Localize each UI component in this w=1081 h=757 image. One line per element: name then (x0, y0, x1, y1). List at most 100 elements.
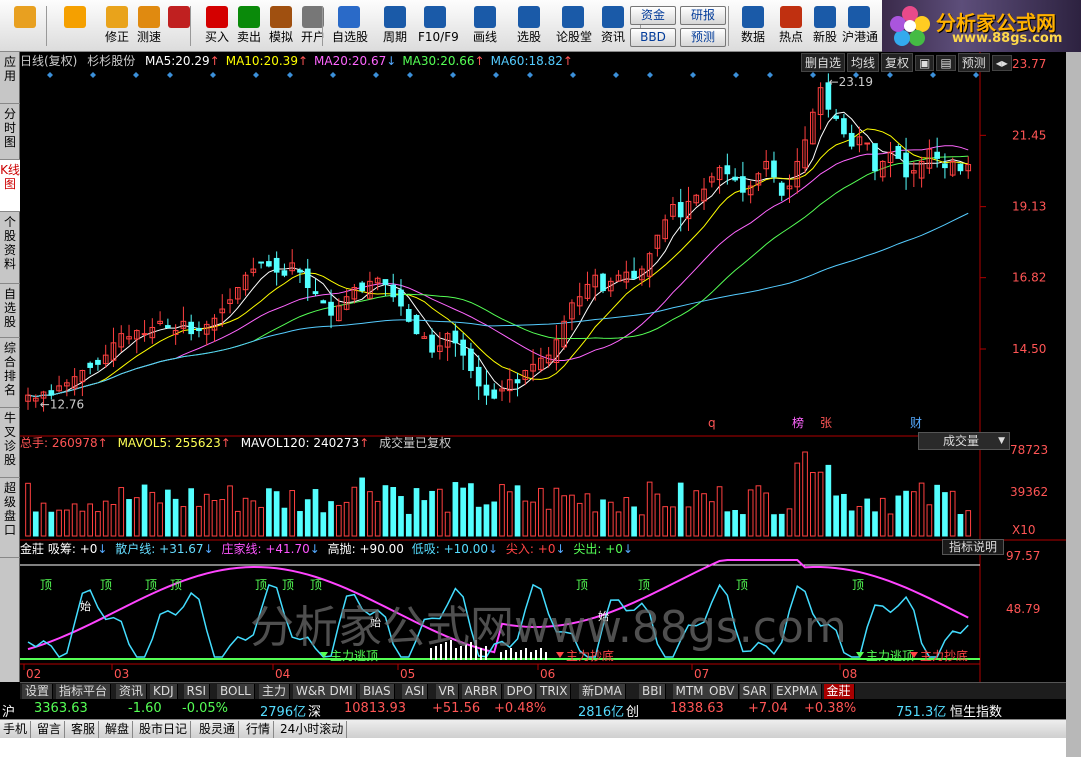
toolbar-button-16[interactable]: 数据 (736, 2, 770, 50)
chart-button-5[interactable]: 预测 (957, 53, 990, 72)
toolbar-button-7[interactable]: 模拟 (264, 2, 298, 50)
sz-change: +51.56 (432, 701, 481, 716)
indicator-tab-5[interactable]: BOLL (217, 684, 255, 699)
volume-bar-19 (172, 498, 179, 537)
indicator-tab-2[interactable]: 资讯 (116, 684, 148, 699)
indicator-tab-11[interactable]: VR (435, 684, 460, 699)
chart-button-6[interactable]: ◂▸ (991, 55, 1012, 71)
left-tab-7[interactable]: 超级盘口 (0, 478, 20, 558)
left-tab-6[interactable]: 牛叉诊股 (0, 408, 20, 478)
left-tab-2[interactable]: K线图 (0, 160, 20, 212)
chart-button-2[interactable]: 复权 (881, 53, 914, 72)
toolbar-button-11[interactable]: F10/F9 (418, 2, 459, 50)
toolbar-button-0[interactable] (4, 2, 46, 50)
marker-diamond-3 (167, 72, 173, 78)
status-tab-4[interactable]: 股市日记 (136, 721, 192, 738)
volume-bar-49 (405, 513, 412, 537)
indicator-tab-13[interactable]: DPO (503, 684, 537, 699)
left-tab-4[interactable]: 自选股 (0, 284, 20, 338)
bbd-btnton[interactable]: BBD (630, 28, 676, 47)
kline-chart[interactable]: 23.77 21.45 19.13 16.82 14.50 ←23.19 ←12.76 q 榜… (20, 52, 1066, 682)
star-folder-icon (338, 6, 360, 28)
research-btnton[interactable]: 研报 (680, 6, 726, 25)
indicator-tab-8[interactable]: DMI (326, 684, 357, 699)
candle-body-92 (740, 176, 746, 193)
status-tab-2[interactable]: 客服 (68, 721, 100, 738)
left-tab-3[interactable]: 个股资料 (0, 212, 20, 284)
month-label-0: 02 (26, 667, 41, 681)
toolbar-button-18[interactable]: 新股 (808, 2, 842, 50)
indicator-tab-9[interactable]: BIAS (360, 684, 395, 699)
candle-body-18 (165, 325, 171, 328)
right-edge-panel (1066, 52, 1081, 757)
indicator-tab-10[interactable]: ASI (402, 684, 429, 699)
watermark-text: 分析家公式网www.88gs.com (250, 602, 847, 653)
month-label-3: 05 (400, 667, 415, 681)
toolbar-button-17[interactable]: 热点 (774, 2, 808, 50)
status-tab-5[interactable]: 股灵通 (196, 721, 240, 738)
indicator-tab-19[interactable]: SAR (739, 684, 771, 699)
top-signal-1: 顶 (100, 578, 112, 592)
chart-button-3[interactable]: ▣ (915, 55, 935, 71)
volume-bar-99 (794, 462, 801, 537)
toolbar-button-1[interactable] (54, 2, 96, 50)
indicator-tab-3[interactable]: KDJ (150, 684, 178, 699)
toolbar-button-15[interactable]: 资讯 (596, 2, 630, 50)
toolbar-button-9[interactable]: 自选股 (332, 2, 368, 50)
indicator-tab-14[interactable]: TRIX (537, 684, 572, 699)
left-tab-0[interactable]: 应用 (0, 52, 20, 104)
toolbar-label-19: 沪港通 (842, 30, 879, 44)
news-icon (602, 6, 624, 28)
left-tab-5[interactable]: 综合排名 (0, 338, 20, 408)
candle-body-30 (258, 261, 264, 264)
volume-bar-15 (141, 484, 148, 537)
toolbar-button-12[interactable]: 画线 (468, 2, 502, 50)
indicator-tab-0[interactable]: 设置 (22, 684, 54, 699)
chart-button-4[interactable]: ▤ (936, 55, 956, 71)
indicator-tab-4[interactable]: RSI (183, 684, 210, 699)
forecast-btnton[interactable]: 预测 (680, 28, 726, 47)
indicator-tab-6[interactable]: 主力 (259, 684, 291, 699)
chart-area[interactable]: 23.77 21.45 19.13 16.82 14.50 ←23.19 ←12.76 q 榜… (20, 52, 1066, 682)
chart-button-1[interactable]: 均线 (847, 53, 880, 72)
indicator-tab-12[interactable]: ARBR (461, 684, 502, 699)
toolbar-button-3[interactable]: 测速 (132, 2, 166, 50)
toolbar-button-10[interactable]: 周期 (378, 2, 412, 50)
fund-btnton[interactable]: 资金 (630, 6, 676, 25)
candle-body-47 (390, 284, 397, 298)
toolbar-button-19[interactable]: 沪港通 (842, 2, 879, 50)
windows-grid-icon (14, 6, 36, 28)
indicator-tab-20[interactable]: EXPMA (773, 684, 822, 699)
status-tab-3[interactable]: 解盘 (102, 721, 134, 738)
window-bottom (0, 738, 1066, 757)
toolbar-button-5[interactable]: 买入 (200, 2, 234, 50)
hot-icon (780, 6, 802, 28)
status-tab-1[interactable]: 留言 (34, 721, 66, 738)
top-signal-3: 顶 (170, 578, 182, 592)
indicator-tab-7[interactable]: W&R (293, 684, 330, 699)
indicator-help-button[interactable]: 指标说明 (942, 539, 1004, 555)
status-tab-0[interactable]: 手机 (0, 721, 32, 738)
indicator-tab-17[interactable]: MTM (672, 684, 708, 699)
indicator-tab-15[interactable]: 新DMA (579, 684, 626, 699)
candle-body-3 (48, 390, 55, 396)
indicator-tab-16[interactable]: BBI (639, 684, 667, 699)
volume-dropdown[interactable]: 成交量 ▼ (918, 432, 1010, 450)
status-tab-6[interactable]: 行情 (243, 721, 275, 738)
toolbar-button-2[interactable]: 修正 (100, 2, 134, 50)
indicator-tab-1[interactable]: 指标平台 (56, 684, 112, 699)
top-signal-0: 顶 (40, 578, 52, 592)
indicator-tab-18[interactable]: OBV (706, 684, 739, 699)
sh-change: -1.60 (128, 701, 162, 716)
toolbar-button-13[interactable]: 选股 (512, 2, 546, 50)
volume-bar-67 (545, 508, 552, 537)
status-tab-7[interactable]: 24小时滚动 (277, 721, 348, 738)
chart-button-0[interactable]: 删自选 (801, 53, 846, 72)
toolbar-button-14[interactable]: 论股堂 (556, 2, 592, 50)
volume-bar-20 (180, 506, 187, 537)
toolbar-button-6[interactable]: 卖出 (232, 2, 266, 50)
candle-body-55 (452, 330, 459, 344)
indicator-tab-21[interactable]: 金莊 (823, 684, 855, 699)
toolbar-button-8[interactable]: 开户 (296, 2, 330, 50)
left-tab-1[interactable]: 分时图 (0, 104, 20, 160)
